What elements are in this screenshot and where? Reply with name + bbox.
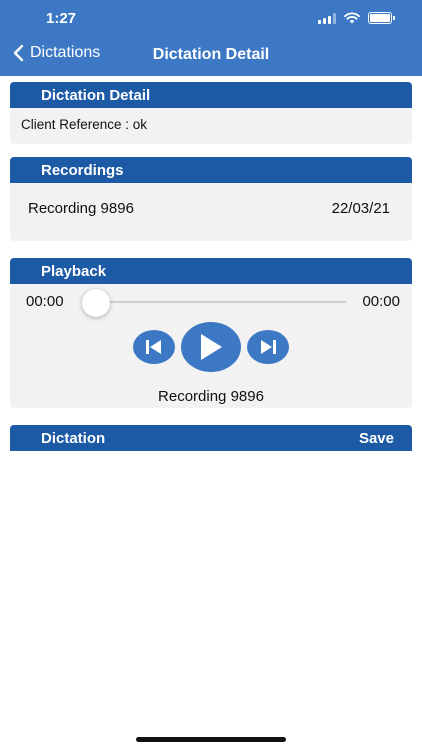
current-recording-label: Recording 9896 xyxy=(158,388,264,405)
recording-name: Recording 9896 xyxy=(28,200,134,217)
page-title-text: Dictation Detail xyxy=(152,46,270,63)
client-reference: Client Reference : ok xyxy=(21,117,148,132)
recordings-header: Recordings xyxy=(10,157,412,183)
skip-next-icon xyxy=(261,340,276,354)
dictation-detail-header: Dictation Detail xyxy=(10,82,412,108)
playback-header-label: Playback xyxy=(41,262,107,280)
dictation-header: Dictation Save xyxy=(10,425,412,451)
status-time: 1:27 xyxy=(46,10,77,27)
home-indicator xyxy=(136,737,286,742)
dictation-card: Dictation Save xyxy=(10,425,412,451)
recordings-header-label: Recordings xyxy=(41,161,124,179)
wifi-icon xyxy=(344,12,360,24)
skip-previous-icon xyxy=(146,340,161,354)
cellular-signal-icon xyxy=(318,12,336,24)
navigation-bar: 1:27 Dictations Dictation Detail xyxy=(0,0,422,76)
playback-slider-thumb[interactable] xyxy=(82,289,110,317)
recording-date: 22/03/21 xyxy=(331,200,390,217)
playback-card: Playback 00:00 00:00 Recording 9896 xyxy=(10,258,412,408)
play-icon xyxy=(201,334,222,360)
recordings-card: Recordings Recording 9896 22/03/21 xyxy=(10,157,412,241)
dictation-detail-card: Dictation Detail Client Reference : ok xyxy=(10,82,412,144)
save-button[interactable]: Save xyxy=(359,430,394,447)
playback-header: Playback xyxy=(10,258,412,284)
dictation-header-label: Dictation xyxy=(41,429,106,447)
status-icons xyxy=(318,12,395,24)
page-title: Dictation Detail xyxy=(0,46,422,64)
recording-row[interactable]: Recording 9896 22/03/21 xyxy=(28,200,390,217)
skip-next-button[interactable] xyxy=(247,330,289,364)
play-button[interactable] xyxy=(181,322,241,372)
playback-slider-track[interactable] xyxy=(96,301,346,303)
elapsed-time: 00:00 xyxy=(26,293,64,310)
duration-time: 00:00 xyxy=(362,293,400,310)
battery-icon xyxy=(368,12,395,24)
dictation-detail-header-label: Dictation Detail xyxy=(41,86,151,104)
playback-controls xyxy=(10,322,412,372)
skip-previous-button[interactable] xyxy=(133,330,175,364)
